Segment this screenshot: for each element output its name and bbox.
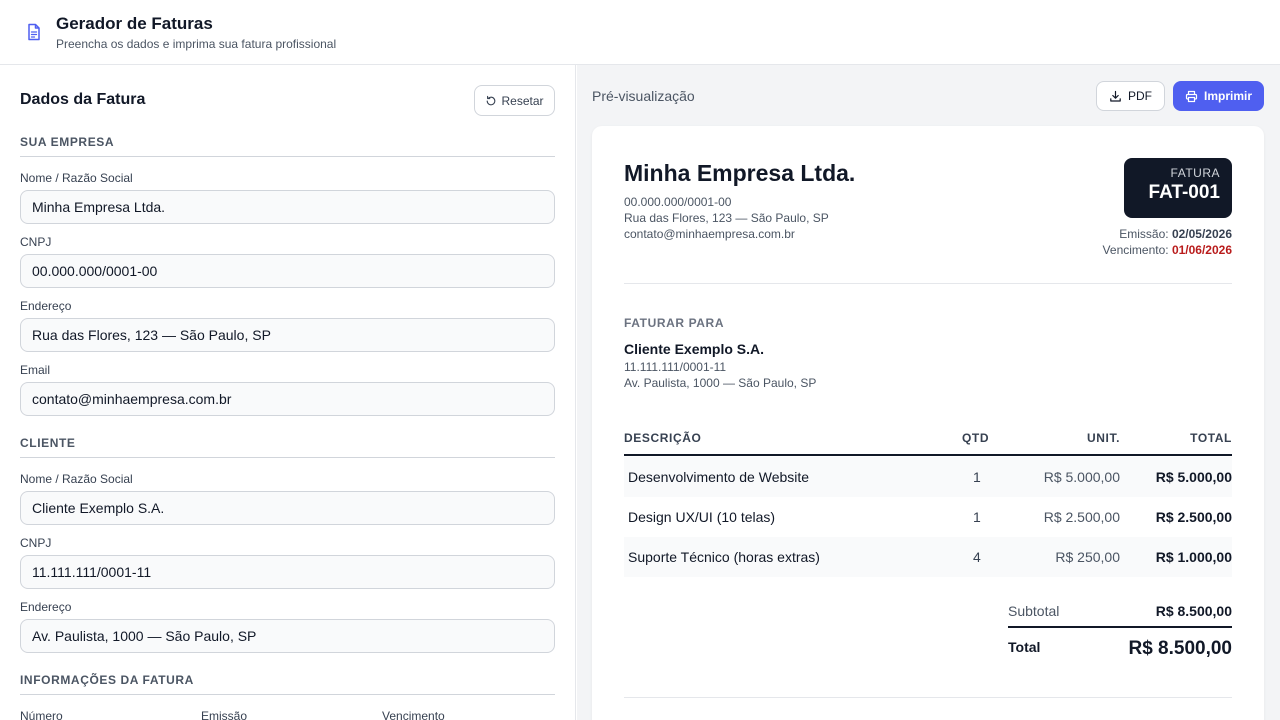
print-label: Imprimir (1203, 89, 1252, 103)
bill-to-label: FATURAR PARA (624, 316, 725, 330)
due-date-value: 01/06/2026 (1171, 243, 1232, 257)
client-cnpj-label: CNPJ (20, 536, 52, 550)
issue-date-label: Emissão: (1119, 227, 1169, 241)
total-rule (1008, 626, 1232, 628)
app-header: Gerador de Faturas Preencha os dados e i… (0, 0, 1280, 65)
printer-icon (1185, 90, 1198, 102)
invoice-number-badge: FATURA FAT-001 (1124, 158, 1232, 218)
form-title: Dados da Fatura (20, 91, 146, 108)
item-description: Design UX/UI (10 telas) (628, 509, 776, 525)
column-header-qty: QTD (962, 431, 990, 445)
company-name-label: Nome / Razão Social (20, 171, 133, 185)
item-description: Suporte Técnico (horas extras) (628, 549, 820, 565)
client-cnpj-input[interactable] (20, 555, 555, 589)
document-icon (24, 22, 44, 42)
total-label: Total (1008, 639, 1041, 655)
preview-label: Pré-visualização (592, 88, 695, 104)
table-row: Desenvolvimento de Website 1 R$ 5.000,00… (624, 457, 1232, 497)
item-qty: 4 (973, 549, 981, 565)
item-unit-price: R$ 250,00 (1055, 549, 1120, 565)
table-header-rule (624, 454, 1232, 456)
preview-panel: Pré-visualização PDF Imprimir Minha Empr… (577, 65, 1280, 720)
client-address-input[interactable] (20, 619, 555, 653)
footer-divider (624, 697, 1232, 698)
invoice-company-name: Minha Empresa Ltda. (624, 160, 856, 186)
invoice-number: FAT-001 (1148, 182, 1220, 203)
invoice-company-address: Rua das Flores, 123 — São Paulo, SP (624, 211, 829, 225)
reset-label: Resetar (501, 93, 544, 108)
subtotal-label: Subtotal (1008, 603, 1060, 619)
section-company: SUA EMPRESA (20, 135, 555, 157)
print-button[interactable]: Imprimir (1173, 81, 1264, 111)
item-total: R$ 2.500,00 (1155, 509, 1232, 525)
reset-button[interactable]: Resetar (474, 85, 555, 116)
invoice-badge-label: FATURA (1170, 166, 1220, 180)
company-cnpj-input[interactable] (20, 254, 555, 288)
invoice-company-email: contato@minhaempresa.com.br (624, 227, 795, 241)
issue-date-line: Emissão: 02/05/2026 (1119, 227, 1232, 241)
issue-date-value: 02/05/2026 (1171, 227, 1232, 241)
client-name-label: Nome / Razão Social (20, 472, 133, 486)
item-unit-price: R$ 2.500,00 (1043, 509, 1120, 525)
reset-icon (487, 95, 496, 105)
section-client: CLIENTE (20, 436, 555, 458)
client-address-label: Endereço (20, 600, 72, 614)
download-icon (1110, 90, 1121, 102)
app-subtitle: Preencha os dados e imprima sua fatura p… (56, 37, 337, 51)
item-total: R$ 5.000,00 (1155, 469, 1232, 485)
item-description: Desenvolvimento de Website (628, 469, 810, 485)
issue-date-label: Emissão (201, 709, 248, 720)
app-title: Gerador de Faturas (56, 14, 213, 33)
item-total: R$ 1.000,00 (1155, 549, 1232, 565)
column-header-unit: UNIT. (1087, 431, 1120, 445)
item-qty: 1 (973, 469, 981, 485)
bill-to-client-cnpj: 11.111.111/0001-11 (624, 360, 727, 374)
company-address-label: Endereço (20, 299, 72, 313)
item-unit-price: R$ 5.000,00 (1043, 469, 1120, 485)
invoice-company-cnpj: 00.000.000/0001-00 (624, 195, 732, 209)
due-date-line: Vencimento: 01/06/2026 (1103, 243, 1232, 257)
column-header-total: TOTAL (1190, 431, 1232, 445)
table-row: Suporte Técnico (horas extras) 4 R$ 250,… (624, 537, 1232, 577)
company-email-label: Email (20, 363, 51, 377)
bill-to-client-name: Cliente Exemplo S.A. (624, 341, 765, 357)
subtotal-value: R$ 8.500,00 (1155, 603, 1232, 619)
header-divider (624, 283, 1232, 284)
form-panel: Dados da Fatura Resetar SUA EMPRESA Nome… (0, 65, 576, 720)
company-cnpj-label: CNPJ (20, 235, 52, 249)
total-value: R$ 8.500,00 (1128, 638, 1232, 659)
invoice-document: Minha Empresa Ltda. 00.000.000/0001-00 R… (592, 126, 1264, 720)
company-name-input[interactable] (20, 190, 555, 224)
pdf-label: PDF (1128, 89, 1152, 103)
invoice-number-label: Número (20, 709, 63, 720)
bill-to-client-address: Av. Paulista, 1000 — São Paulo, SP (624, 376, 817, 390)
company-email-input[interactable] (20, 382, 555, 416)
due-date-label: Vencimento (382, 709, 445, 720)
client-name-input[interactable] (20, 491, 555, 525)
column-header-description: DESCRIÇÃO (624, 431, 702, 445)
pdf-button[interactable]: PDF (1096, 81, 1165, 111)
section-invoice-info: INFORMAÇÕES DA FATURA (20, 673, 555, 695)
table-row: Design UX/UI (10 telas) 1 R$ 2.500,00 R$… (624, 497, 1232, 537)
company-address-input[interactable] (20, 318, 555, 352)
item-qty: 1 (973, 509, 981, 525)
due-date-label: Vencimento: (1102, 243, 1169, 257)
